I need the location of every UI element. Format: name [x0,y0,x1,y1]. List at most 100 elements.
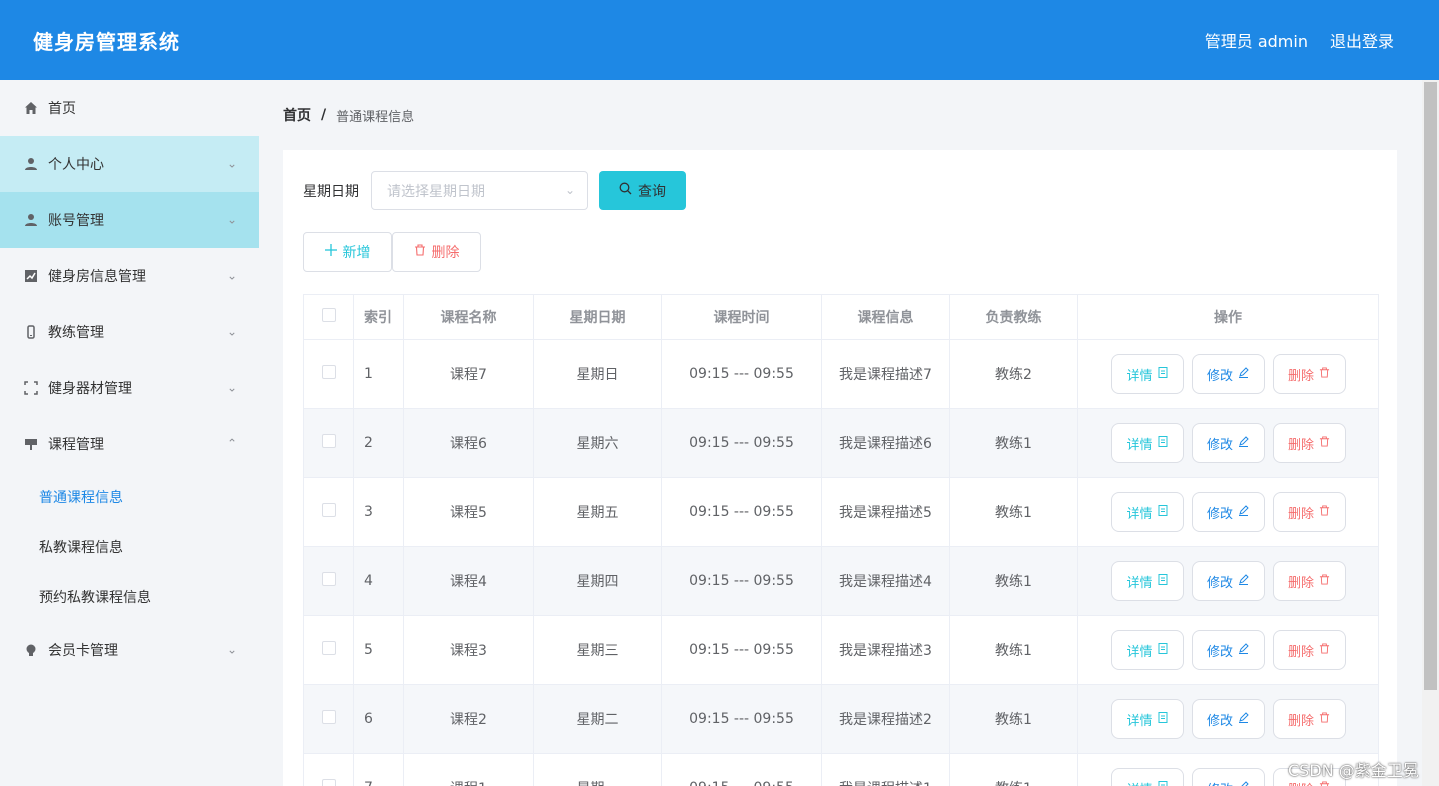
cell-operations: 详情 修改 删除 [1077,546,1379,616]
cell-index: 5 [353,615,404,685]
cell-time: 09:15 --- 09:55 [661,615,822,685]
sidebar-subitem-private-courses[interactable]: 私教课程信息 [0,522,259,572]
course-table: 索引 课程名称 星期日期 课程时间 课程信息 负责教练 操作 1 课程7 星期日… [303,294,1379,786]
document-icon [1158,504,1168,520]
edit-label: 修改 [1206,368,1233,384]
scrollbar-thumb[interactable] [1424,82,1437,690]
delete-button[interactable]: 删除 [1272,423,1346,463]
edit-button[interactable]: 修改 [1191,699,1265,739]
document-icon [1158,711,1168,727]
detail-button[interactable]: 详情 [1110,699,1184,739]
document-icon [1158,642,1168,658]
select-all-checkbox[interactable] [321,308,336,322]
edit-label: 修改 [1206,575,1233,591]
delete-label: 删除 [1287,575,1314,591]
row-checkbox[interactable] [321,779,336,786]
cell-course-name: 课程1 [403,753,534,786]
edit-button[interactable]: 修改 [1191,768,1265,786]
delete-button[interactable]: 删除 [1272,699,1346,739]
row-checkbox[interactable] [321,503,336,517]
trash-icon [1319,780,1330,786]
user-icon [23,212,39,228]
breadcrumb-current: 普通课程信息 [336,109,415,125]
delete-button[interactable]: 删除 [1272,561,1346,601]
trash-icon [1319,366,1330,382]
chevron-down-icon: ⌄ [564,183,575,197]
sidebar-item-equipment[interactable]: 健身器材管理 ⌄ [0,360,259,416]
cell-time: 09:15 --- 09:55 [661,546,822,616]
sidebar-subitem-booked-private-courses[interactable]: 预约私教课程信息 [0,572,259,622]
trash-icon [414,244,426,260]
sidebar-subitem-normal-courses[interactable]: 普通课程信息 [0,472,259,522]
detail-button[interactable]: 详情 [1110,423,1184,463]
detail-button[interactable]: 详情 [1110,768,1184,786]
day-select[interactable]: 请选择星期日期 ⌄ [371,171,588,210]
cell-info: 我是课程描述1 [821,753,950,786]
cell-time: 09:15 --- 09:55 [661,477,822,547]
trash-icon [1319,435,1330,451]
detail-label: 详情 [1126,506,1153,522]
detail-button[interactable]: 详情 [1110,630,1184,670]
detail-button[interactable]: 详情 [1110,492,1184,532]
phone-icon [23,324,39,340]
detail-button[interactable]: 详情 [1110,354,1184,394]
edit-button[interactable]: 修改 [1191,561,1265,601]
row-checkbox[interactable] [321,710,336,724]
delete-button[interactable]: 删除 [1272,630,1346,670]
row-checkbox[interactable] [321,365,336,379]
pencil-icon [1238,642,1249,658]
cell-coach: 教练2 [949,339,1078,409]
sidebar-item-membership[interactable]: 会员卡管理 ⌄ [0,622,259,678]
row-checkbox[interactable] [321,572,336,586]
table-row: 6 课程2 星期二 09:15 --- 09:55 我是课程描述2 教练1 详情… [303,684,1379,754]
sidebar-item-gym-info[interactable]: 健身房信息管理 ⌄ [0,248,259,304]
cell-coach: 教练1 [949,408,1078,478]
edit-button[interactable]: 修改 [1191,492,1265,532]
edit-button[interactable]: 修改 [1191,354,1265,394]
plus-icon [324,244,337,260]
row-checkbox[interactable] [321,641,336,655]
header-day: 星期日期 [533,294,662,340]
detail-label: 详情 [1126,713,1153,729]
sidebar-item-courses[interactable]: 课程管理 ⌃ [0,416,259,472]
chevron-down-icon: ⌄ [227,212,238,227]
edit-button[interactable]: 修改 [1191,630,1265,670]
cell-coach: 教练1 [949,615,1078,685]
sidebar-item-home[interactable]: 首页 [0,80,259,136]
logout-link[interactable]: 退出登录 [1330,28,1394,52]
edit-label: 修改 [1206,437,1233,453]
sidebar-item-accounts[interactable]: 账号管理 ⌄ [0,192,259,248]
cell-day: 星期六 [533,408,662,478]
sidebar-item-label: 会员卡管理 [48,643,118,659]
detail-label: 详情 [1126,368,1153,384]
cell-coach: 教练1 [949,684,1078,754]
chevron-up-icon: ⌃ [227,436,238,451]
sidebar-item-coaches[interactable]: 教练管理 ⌄ [0,304,259,360]
pencil-icon [1238,711,1249,727]
select-all-cell [303,294,354,340]
page-scrollbar[interactable] [1422,80,1439,786]
query-button[interactable]: 查询 [599,171,686,210]
edit-label: 修改 [1207,779,1233,786]
batch-delete-button[interactable]: 删除 [392,232,481,272]
breadcrumb-home[interactable]: 首页 [283,105,311,125]
cell-index: 6 [353,684,404,754]
delete-button[interactable]: 删除 [1272,354,1346,394]
row-checkbox[interactable] [321,434,336,448]
document-icon [1158,573,1168,589]
header-operations: 操作 [1077,294,1379,340]
day-filter-label: 星期日期 [303,184,359,200]
detail-button[interactable]: 详情 [1110,561,1184,601]
edit-label: 修改 [1206,506,1233,522]
add-button[interactable]: 新增 [303,232,392,272]
document-icon [1158,435,1168,451]
delete-button[interactable]: 删除 [1272,492,1346,532]
top-bar: 健身房管理系统 管理员 admin 退出登录 [0,0,1439,80]
edit-button[interactable]: 修改 [1191,423,1265,463]
chevron-down-icon: ⌄ [227,642,238,657]
day-select-placeholder: 请选择星期日期 [387,183,485,200]
cell-info: 我是课程描述6 [821,408,950,478]
fullscreen-icon [23,380,39,396]
breadcrumb-separator: / [321,107,327,123]
sidebar-item-profile[interactable]: 个人中心 ⌄ [0,136,259,192]
